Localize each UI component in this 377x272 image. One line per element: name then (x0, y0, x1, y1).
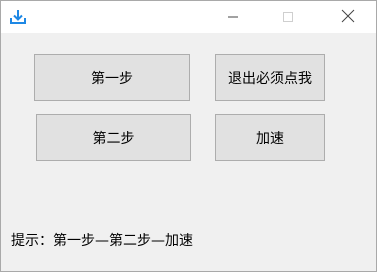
title-bar[interactable] (1, 1, 376, 33)
app-window: 第一步 退出必须点我 第二步 加速 提示：第一步—第二步—加速 (0, 0, 377, 272)
minimize-button[interactable] (210, 1, 256, 33)
exit-button[interactable]: 退出必须点我 (215, 54, 325, 101)
hint-text: 提示：第一步—第二步—加速 (11, 233, 193, 249)
step2-button[interactable]: 第二步 (36, 114, 191, 161)
maximize-button[interactable] (265, 1, 311, 33)
close-button[interactable] (325, 1, 371, 33)
close-icon (341, 8, 355, 27)
step1-button[interactable]: 第一步 (34, 54, 190, 101)
download-icon (9, 8, 27, 26)
maximize-icon (282, 8, 294, 27)
minimize-icon (227, 8, 239, 27)
speed-up-button[interactable]: 加速 (215, 114, 325, 161)
